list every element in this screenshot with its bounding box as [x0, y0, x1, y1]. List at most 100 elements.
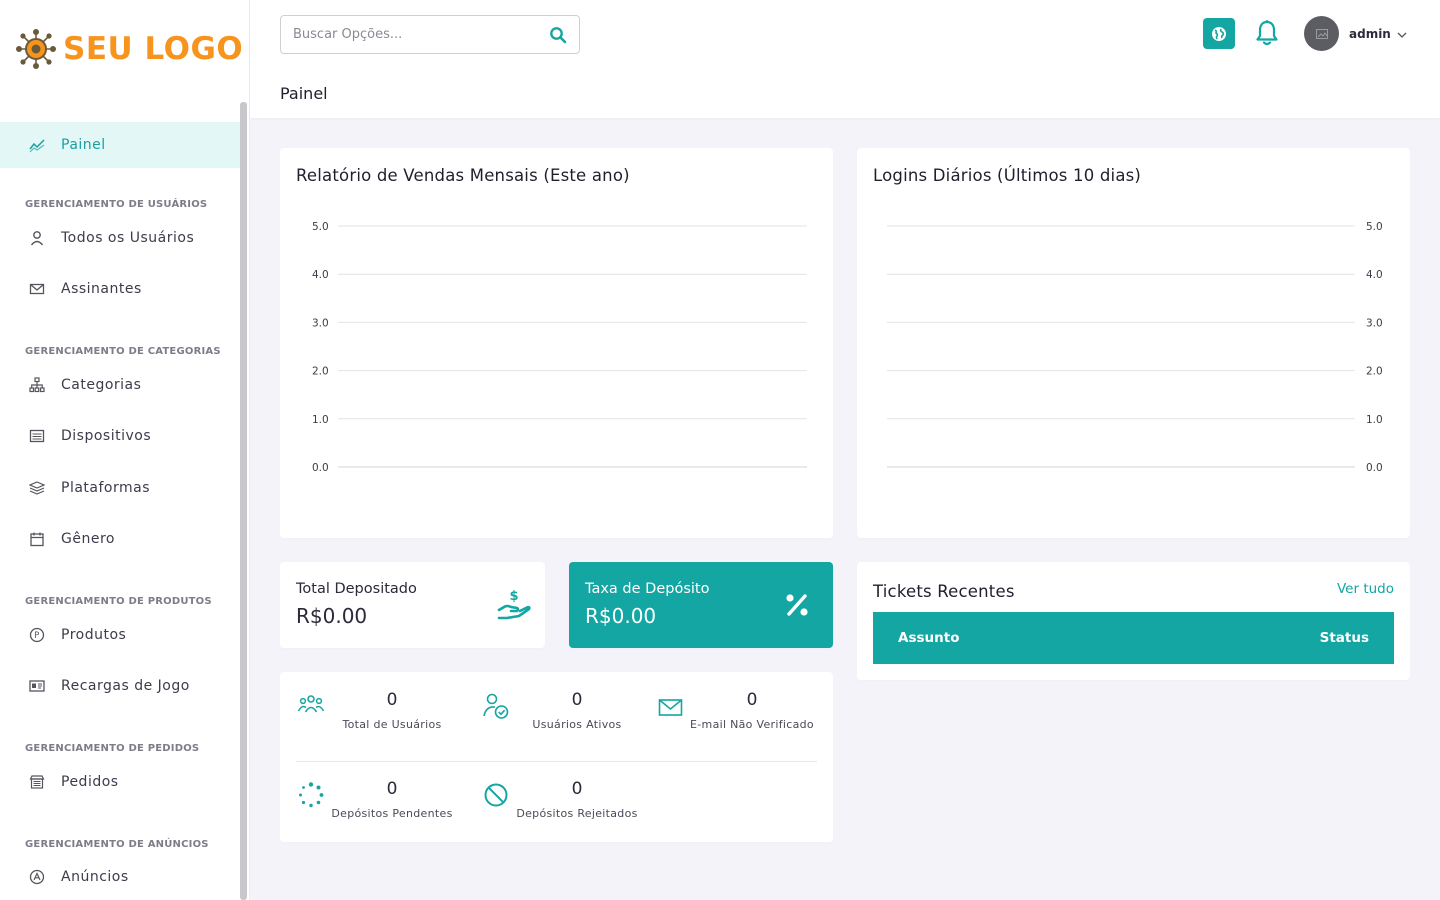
stat-count: 0 [386, 690, 398, 710]
sidebar-item-label: Gênero [61, 531, 115, 548]
store-icon [29, 774, 45, 790]
search-input[interactable] [281, 16, 536, 53]
broken-image-icon [1315, 28, 1328, 39]
stat-count: 0 [571, 779, 583, 799]
spinner-icon [299, 782, 324, 808]
sales-chart: 5.0 4.0 3.0 2.0 1.0 0.0 [312, 221, 807, 474]
sidebar-section-header: GERENCIAMENTO DE ANÚNCIOS [25, 838, 209, 850]
product-circle-icon: P [29, 627, 45, 643]
logins-chart-card: Logins Diários (Últimos 10 dias) 5.0 4.0 3… [857, 148, 1410, 538]
chevron-down-icon[interactable] [1396, 29, 1408, 41]
users-group-icon [297, 695, 325, 713]
sidebar-item-plataformas[interactable]: Plataformas [0, 462, 244, 514]
stat-count: 0 [746, 690, 758, 710]
tickets-title: Tickets Recentes [873, 582, 1015, 601]
percent-icon [786, 594, 808, 616]
logins-chart: 5.0 4.0 3.0 2.0 1.0 0.0 [887, 221, 1383, 474]
logins-chart-y-tick-label: 5.0 [1366, 221, 1383, 233]
svg-text:P: P [34, 631, 40, 641]
user-name[interactable]: admin [1349, 27, 1391, 41]
list-box-icon [29, 428, 45, 444]
sidebar-item-label: Assinantes [61, 281, 142, 298]
sales-chart-y-tick-label: 2.0 [312, 366, 329, 378]
search-box [280, 15, 580, 54]
sales-chart-y-tick-label: 5.0 [312, 221, 329, 233]
view-all-link[interactable]: Ver tudo [1337, 581, 1394, 597]
logins-chart-y-tick-label: 4.0 [1366, 269, 1383, 281]
sales-chart-y-tick-label: 0.0 [312, 462, 329, 474]
stat-widget-e-mail-nao-verificado[interactable]: 0 E-mail Não Verificado [657, 690, 832, 750]
sidebar-item-label: Plataformas [61, 479, 150, 496]
language-button[interactable] [1203, 18, 1235, 49]
sidebar-menu: Painel GERENCIAMENTO DE USUÁRIOS Todos os … [0, 122, 244, 900]
stat-widget-total-de-usuarios[interactable]: 0 Total de Usuários [297, 690, 472, 750]
sidebar: SEU LOGO Painel GERENCIAMENTO DE USUÁRIOS… [0, 0, 250, 900]
sidebar-item-label: Pedidos [61, 773, 119, 790]
sidebar-item-painel[interactable]: Painel [0, 122, 244, 168]
deposit-total-label: Total Depositado [296, 581, 417, 597]
stat-widget-depositos-pendentes[interactable]: 0 Depósitos Pendentes [297, 779, 472, 839]
logins-chart-y-tick-label: 2.0 [1366, 366, 1383, 378]
sidebar-item-label: Anúncios [61, 869, 129, 886]
sidebar-scrollbar[interactable] [240, 102, 247, 900]
stat-widget-depositos-rejeitados[interactable]: 0 Depósitos Rejeitados [482, 779, 657, 839]
sidebar-section-header: GERENCIAMENTO DE CATEGORIAS [25, 346, 221, 357]
sidebar-item-label: Produtos [61, 626, 127, 643]
sidebar-item-pedidos[interactable]: Pedidos [0, 756, 244, 808]
sidebar-item-produtos[interactable]: P Produtos [0, 609, 244, 661]
deposit-total-card: Total Depositado R$0.00 $ [280, 562, 545, 648]
column-subject[interactable]: Assunto [898, 630, 959, 646]
sidebar-item-dispositivos[interactable]: Dispositivos [0, 411, 244, 463]
topbar: Painel admin [250, 0, 1440, 118]
logo[interactable]: SEU LOGO [15, 28, 243, 70]
sidebar-item-label: Recargas de Jogo [61, 678, 190, 695]
ban-icon [484, 783, 508, 807]
calendar-icon [29, 531, 45, 547]
hand-dollar-icon: $ [497, 589, 531, 620]
stat-label: Total de Usuários [342, 718, 442, 731]
stat-count: 0 [386, 779, 398, 799]
sidebar-item-anuncios[interactable]: Anúncios [0, 852, 244, 900]
deposit-fee-card: Taxa de Depósito R$0.00 [569, 562, 833, 648]
sidebar-item-todos-os-usuarios[interactable]: Todos os Usuários [0, 212, 244, 264]
stat-label: Usuários Ativos [532, 718, 622, 731]
search-icon[interactable] [549, 26, 567, 44]
sidebar-item-label: Painel [61, 137, 106, 153]
avatar[interactable] [1304, 16, 1339, 51]
svg-text:$: $ [509, 589, 518, 604]
stat-widget-usuarios-ativos[interactable]: 0 Usuários Ativos [482, 690, 657, 750]
sidebar-item-assinantes[interactable]: Assinantes [0, 264, 244, 316]
sidebar-section-header: GERENCIAMENTO DE USUÁRIOS [25, 199, 208, 210]
sidebar-item-label: Dispositivos [61, 428, 152, 445]
envelope-icon [29, 281, 45, 297]
stat-label: E-mail Não Verificado [690, 718, 814, 731]
tickets-table-header: Assunto Status [873, 612, 1394, 664]
sales-chart-y-tick-label: 3.0 [312, 317, 329, 329]
chart-line-icon [29, 137, 45, 153]
column-status[interactable]: Status [1320, 630, 1369, 646]
sidebar-item-genero[interactable]: Gênero [0, 514, 244, 566]
tickets-card: Tickets Recentes Ver tudo Assunto Status [857, 562, 1410, 680]
bell-icon[interactable] [1254, 19, 1280, 47]
user-check-icon [483, 693, 509, 719]
logins-chart-y-tick-label: 1.0 [1366, 414, 1383, 426]
deposit-total-value: R$0.00 [296, 604, 368, 628]
logo-text: SEU LOGO [63, 31, 244, 67]
stat-label: Depósitos Pendentes [331, 807, 453, 820]
user-icon [29, 230, 45, 246]
id-card-icon [29, 678, 45, 694]
sidebar-section-header: GERENCIAMENTO DE PEDIDOS [25, 743, 200, 754]
sidebar-item-recargas-de-jogo[interactable]: Recargas de Jogo [0, 661, 244, 713]
divider [296, 761, 817, 762]
stat-count: 0 [571, 690, 583, 710]
sidebar-section-header: GERENCIAMENTO DE PRODUTOS [25, 596, 212, 607]
sales-chart-card: Relatório de Vendas Mensais (Este ano) 5… [280, 148, 833, 538]
sidebar-item-label: Categorias [61, 376, 142, 393]
page-title: Painel [280, 84, 328, 103]
deposit-fee-value: R$0.00 [585, 604, 657, 628]
sales-chart-y-tick-label: 4.0 [312, 269, 329, 281]
sidebar-item-label: Todos os Usuários [61, 229, 195, 246]
user-stats-card: 0 Total de Usuários 0 Usuários Ativos 0 E-mai… [280, 672, 833, 842]
sidebar-item-categorias[interactable]: Categorias [0, 359, 244, 411]
deposit-fee-label: Taxa de Depósito [585, 581, 710, 597]
